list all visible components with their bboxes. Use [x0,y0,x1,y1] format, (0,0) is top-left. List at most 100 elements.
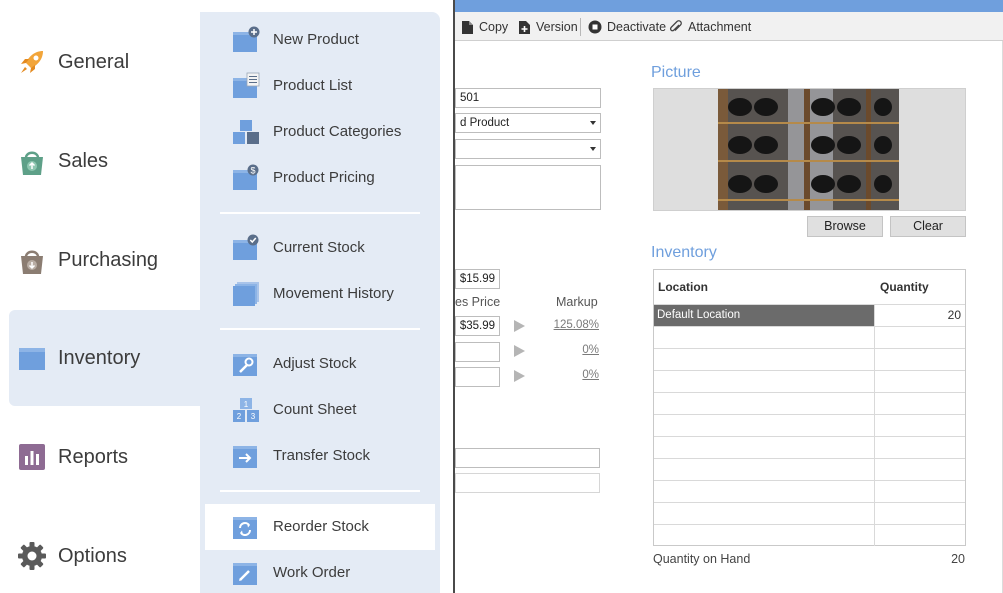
inventory-grid[interactable]: Location Quantity Default Location 20 [653,269,966,546]
markup-link[interactable]: 125.08% [535,319,599,331]
box-list-icon [233,72,260,98]
menu-item-label: Work Order [273,564,351,581]
menu-item-current-stock[interactable]: Current Stock [205,225,435,271]
menu-item-work-order[interactable]: Work Order [205,550,435,593]
box-dollar-icon: $ [233,164,259,190]
product-picture [653,88,966,211]
menu-item-movement-history[interactable]: Movement History [205,271,435,317]
svg-text:$: $ [250,165,255,175]
menu-item-transfer-stock[interactable]: Transfer Stock [205,433,435,479]
price-field-3[interactable] [455,367,500,387]
table-row-empty[interactable] [654,326,965,348]
toolbar-separator [580,18,581,36]
menu-item-label: Product List [273,77,353,94]
menu-item-label: Count Sheet [273,401,357,418]
browse-button[interactable]: Browse [807,216,883,237]
inventory-title: Inventory [651,244,717,261]
menu-item-new-product[interactable]: New Product [205,17,435,63]
svg-text:2: 2 [237,412,242,421]
menu-item-product-categories[interactable]: Product Categories [205,109,435,155]
nav-item-inventory[interactable]: Inventory [9,310,200,406]
menu-item-count-sheet[interactable]: 1 2 3 Count Sheet [205,387,435,433]
menu-item-product-list[interactable]: Product List [205,63,435,109]
quantity-on-hand-value: 20 [951,552,965,566]
column-header-quantity[interactable]: Quantity [880,270,929,304]
markup-link[interactable]: 0% [535,344,599,356]
table-row-empty[interactable] [654,392,965,414]
menu-item-adjust-stock[interactable]: Adjust Stock [205,341,435,387]
text-field-b[interactable] [455,473,600,493]
product-type-combo[interactable]: d Product [455,113,601,133]
text-field-a[interactable] [455,448,600,468]
nav-item-purchasing[interactable]: Purchasing [9,212,200,308]
nav-label: Reports [58,445,129,468]
sales-price-header: es Price [455,295,501,309]
version-button[interactable]: Version [518,17,578,37]
copy-button[interactable]: Copy [461,17,508,37]
markup-link[interactable]: 0% [535,369,599,381]
play-arrow-icon[interactable] [514,345,525,357]
box-stack-icon [233,282,259,306]
sales-price-field[interactable]: $35.99 [455,316,500,336]
table-row-empty[interactable] [654,348,965,370]
table-row-empty[interactable] [654,370,965,392]
menu-item-label: Transfer Stock [273,447,370,464]
attachment-button[interactable]: Attachment [669,17,751,37]
clear-button[interactable]: Clear [890,216,966,237]
nav-item-reports[interactable]: Reports [9,409,200,505]
table-row-empty[interactable] [654,458,965,480]
copy-label: Copy [479,20,509,34]
table-row-empty[interactable] [654,524,965,546]
menu-item-label: Current Stock [273,239,365,256]
box-wrench-icon [233,354,257,376]
box-check-icon [233,234,259,260]
toolbar: Copy Version Deactivate Attachment [455,12,1003,41]
product-type-value: d Product [460,117,510,129]
table-row[interactable]: Default Location 20 [654,304,965,326]
table-row-empty[interactable] [654,436,965,458]
price-field-2[interactable] [455,342,500,362]
nav-item-sales[interactable]: Sales [9,113,200,209]
svg-text:1: 1 [244,400,249,409]
table-row-empty[interactable] [654,414,965,436]
nav-label: Purchasing [58,248,159,271]
version-label: Version [536,20,578,34]
location-cell[interactable]: Default Location [654,305,874,326]
nav-label: Sales [58,149,109,172]
menu-separator [220,328,420,330]
deactivate-button[interactable]: Deactivate [588,17,666,37]
document-add-icon [519,20,530,34]
menu-item-label: Product Pricing [273,169,375,186]
product-code-field[interactable]: 501 [455,88,601,108]
menu-item-reorder-stock[interactable]: Reorder Stock [205,504,435,550]
nav-item-options[interactable]: Options [9,508,200,593]
nav-label: Options [58,544,127,567]
play-arrow-icon[interactable] [514,370,525,382]
box-arrow-icon [233,446,257,468]
bar-chart-icon [19,444,45,470]
menu-separator [220,490,420,492]
deactivate-label: Deactivate [607,20,667,34]
paperclip-icon [669,19,682,31]
document-icon [462,20,473,34]
cost-field[interactable]: $15.99 [455,269,500,289]
nav-item-general[interactable]: General [9,14,200,110]
shopping-bag-down-icon [21,250,43,274]
column-header-location[interactable]: Location [658,270,708,304]
category-combo[interactable] [455,139,601,159]
menu-item-product-pricing[interactable]: $ Product Pricing [205,155,435,201]
play-arrow-icon[interactable] [514,320,525,332]
chevron-down-icon [590,147,596,151]
menu-item-label: Reorder Stock [273,518,369,535]
nav-label: General [58,50,130,73]
markup-header: Markup [556,295,598,309]
table-row-empty[interactable] [654,502,965,524]
table-row-empty[interactable] [654,480,965,502]
menu-item-label: Movement History [273,285,394,302]
description-field[interactable] [455,165,601,210]
attachment-label: Attachment [688,20,752,34]
menu-separator [220,212,420,214]
box-count-icon: 1 2 3 [233,398,259,422]
menu-item-label: Product Categories [273,123,402,140]
quantity-cell[interactable]: 20 [875,305,965,326]
